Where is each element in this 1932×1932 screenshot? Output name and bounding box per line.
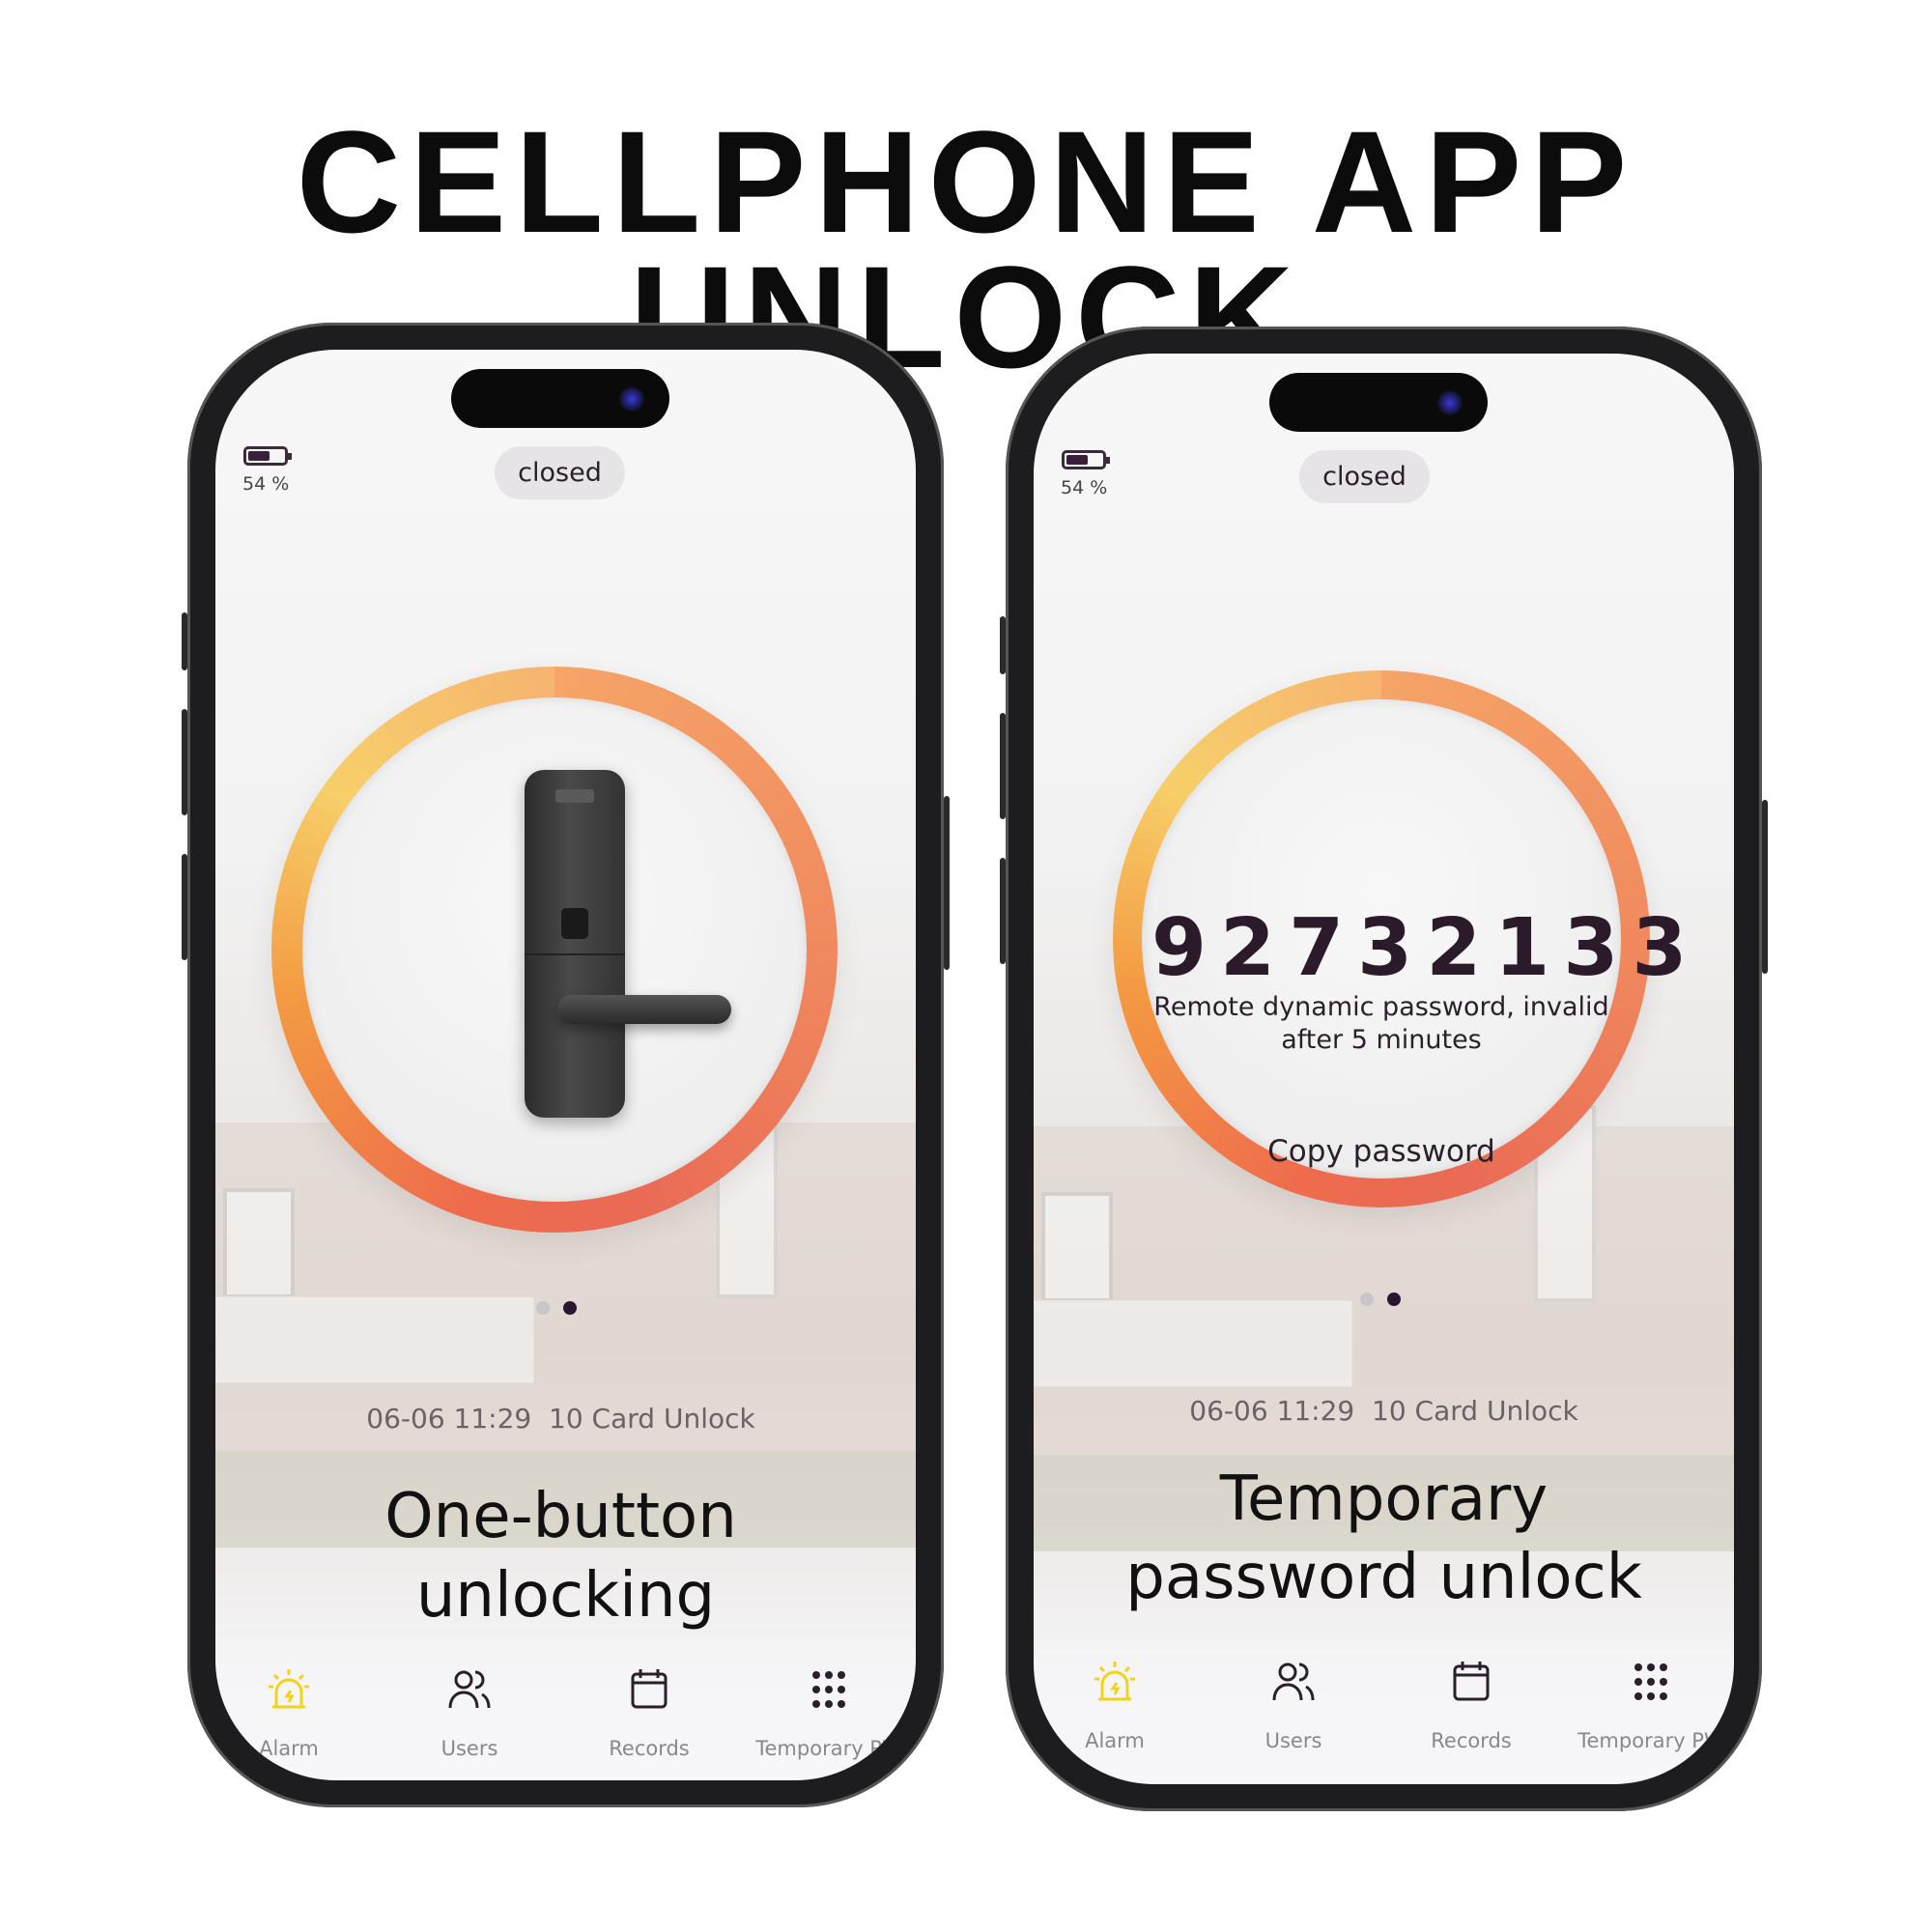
tab-label: Temporary PW — [1577, 1729, 1724, 1752]
unlock-button-face[interactable] — [302, 697, 807, 1202]
alarm-icon — [1094, 1662, 1135, 1701]
tab-users[interactable]: Users — [383, 1665, 556, 1760]
caption-line-2: unlocking — [415, 1560, 716, 1632]
keypad-icon — [1634, 1663, 1667, 1700]
unlock-ring-button[interactable] — [271, 667, 838, 1233]
last-record[interactable]: 06-06 11:29 10 Card Unlock — [215, 1403, 916, 1435]
tab-users[interactable]: Users — [1207, 1658, 1380, 1752]
power-button — [944, 796, 950, 970]
users-icon — [448, 1670, 491, 1709]
tab-label: Alarm — [259, 1737, 319, 1760]
battery-icon — [243, 446, 292, 466]
password-note: Remote dynamic password, invalid after 5… — [1142, 991, 1621, 1057]
volume-up-button — [1000, 713, 1006, 819]
dynamic-island — [1269, 373, 1488, 432]
battery-icon — [1062, 450, 1110, 469]
phone-one-button-unlock: 54 % closed 06-06 11:29 10 Card Unlock O… — [182, 323, 950, 1807]
battery-percent: 54 % — [242, 473, 290, 495]
phone-temporary-password: 54 % closed 92732133 Remote dynamic pass… — [1000, 327, 1768, 1811]
bottom-tab-bar: Alarm Users Records Temporary PW — [215, 1665, 916, 1780]
side-button — [1000, 616, 1006, 674]
password-ring: 92732133 Remote dynamic password, invali… — [1113, 670, 1701, 1208]
password-panel: 92732133 Remote dynamic password, invali… — [1142, 699, 1701, 1179]
fingerprint-sensor — [561, 908, 588, 939]
caption-line-1: One-button — [384, 1481, 737, 1552]
volume-up-button — [182, 709, 187, 815]
power-button — [1762, 800, 1768, 974]
tab-label: Records — [1431, 1729, 1512, 1752]
dynamic-island — [451, 369, 669, 428]
tab-label: Temporary PW — [755, 1737, 902, 1760]
lock-status-badge: closed — [495, 446, 625, 499]
keypad-icon — [812, 1671, 845, 1708]
alarm-icon — [269, 1669, 309, 1709]
carousel-dots — [536, 1301, 577, 1315]
tab-label: Records — [609, 1737, 690, 1760]
last-record[interactable]: 06-06 11:29 10 Card Unlock — [1034, 1395, 1734, 1427]
door-lock-icon — [525, 770, 625, 1118]
carousel-dot[interactable] — [536, 1301, 550, 1315]
lock-handle — [557, 995, 731, 1024]
tab-label: Alarm — [1085, 1729, 1145, 1752]
users-icon — [1272, 1662, 1315, 1701]
front-camera — [619, 386, 644, 412]
tab-alarm[interactable]: Alarm — [215, 1665, 376, 1760]
app-screen: 54 % closed 92732133 Remote dynamic pass… — [1034, 354, 1734, 1784]
side-button — [182, 612, 187, 670]
tab-records[interactable]: Records — [562, 1665, 736, 1760]
tab-temporary-pw[interactable]: Temporary PW — [1564, 1658, 1734, 1752]
caption-line-2: password unlock — [1125, 1542, 1642, 1613]
password-note-line-1: Remote dynamic password, invalid — [1153, 992, 1609, 1022]
carousel-dot[interactable] — [1360, 1293, 1374, 1306]
caption-line-1: Temporary — [1219, 1463, 1548, 1535]
tab-temporary-pw[interactable]: Temporary PW — [742, 1665, 916, 1760]
volume-down-button — [1000, 858, 1006, 964]
carousel-dot-active[interactable] — [1387, 1293, 1401, 1306]
carousel-dot-active[interactable] — [563, 1301, 577, 1315]
tab-records[interactable]: Records — [1384, 1658, 1558, 1752]
tab-label: Users — [440, 1737, 498, 1760]
password-note-line-2: after 5 minutes — [1281, 1025, 1482, 1055]
tab-alarm[interactable]: Alarm — [1034, 1658, 1202, 1752]
volume-down-button — [182, 854, 187, 960]
tab-label: Users — [1264, 1729, 1322, 1752]
app-screen: 54 % closed 06-06 11:29 10 Card Unlock O… — [215, 350, 916, 1780]
calendar-icon — [631, 1669, 668, 1709]
bottom-tab-bar: Alarm Users Records Temporary PW — [1034, 1658, 1734, 1783]
lock-status-badge: closed — [1299, 450, 1430, 503]
carousel-dots — [1360, 1293, 1401, 1306]
battery-percent: 54 % — [1061, 477, 1108, 498]
copy-password-button[interactable]: Copy password — [1142, 1134, 1621, 1169]
temporary-password: 92732133 — [1151, 902, 1701, 994]
front-camera — [1437, 390, 1463, 415]
calendar-icon — [1453, 1662, 1490, 1701]
